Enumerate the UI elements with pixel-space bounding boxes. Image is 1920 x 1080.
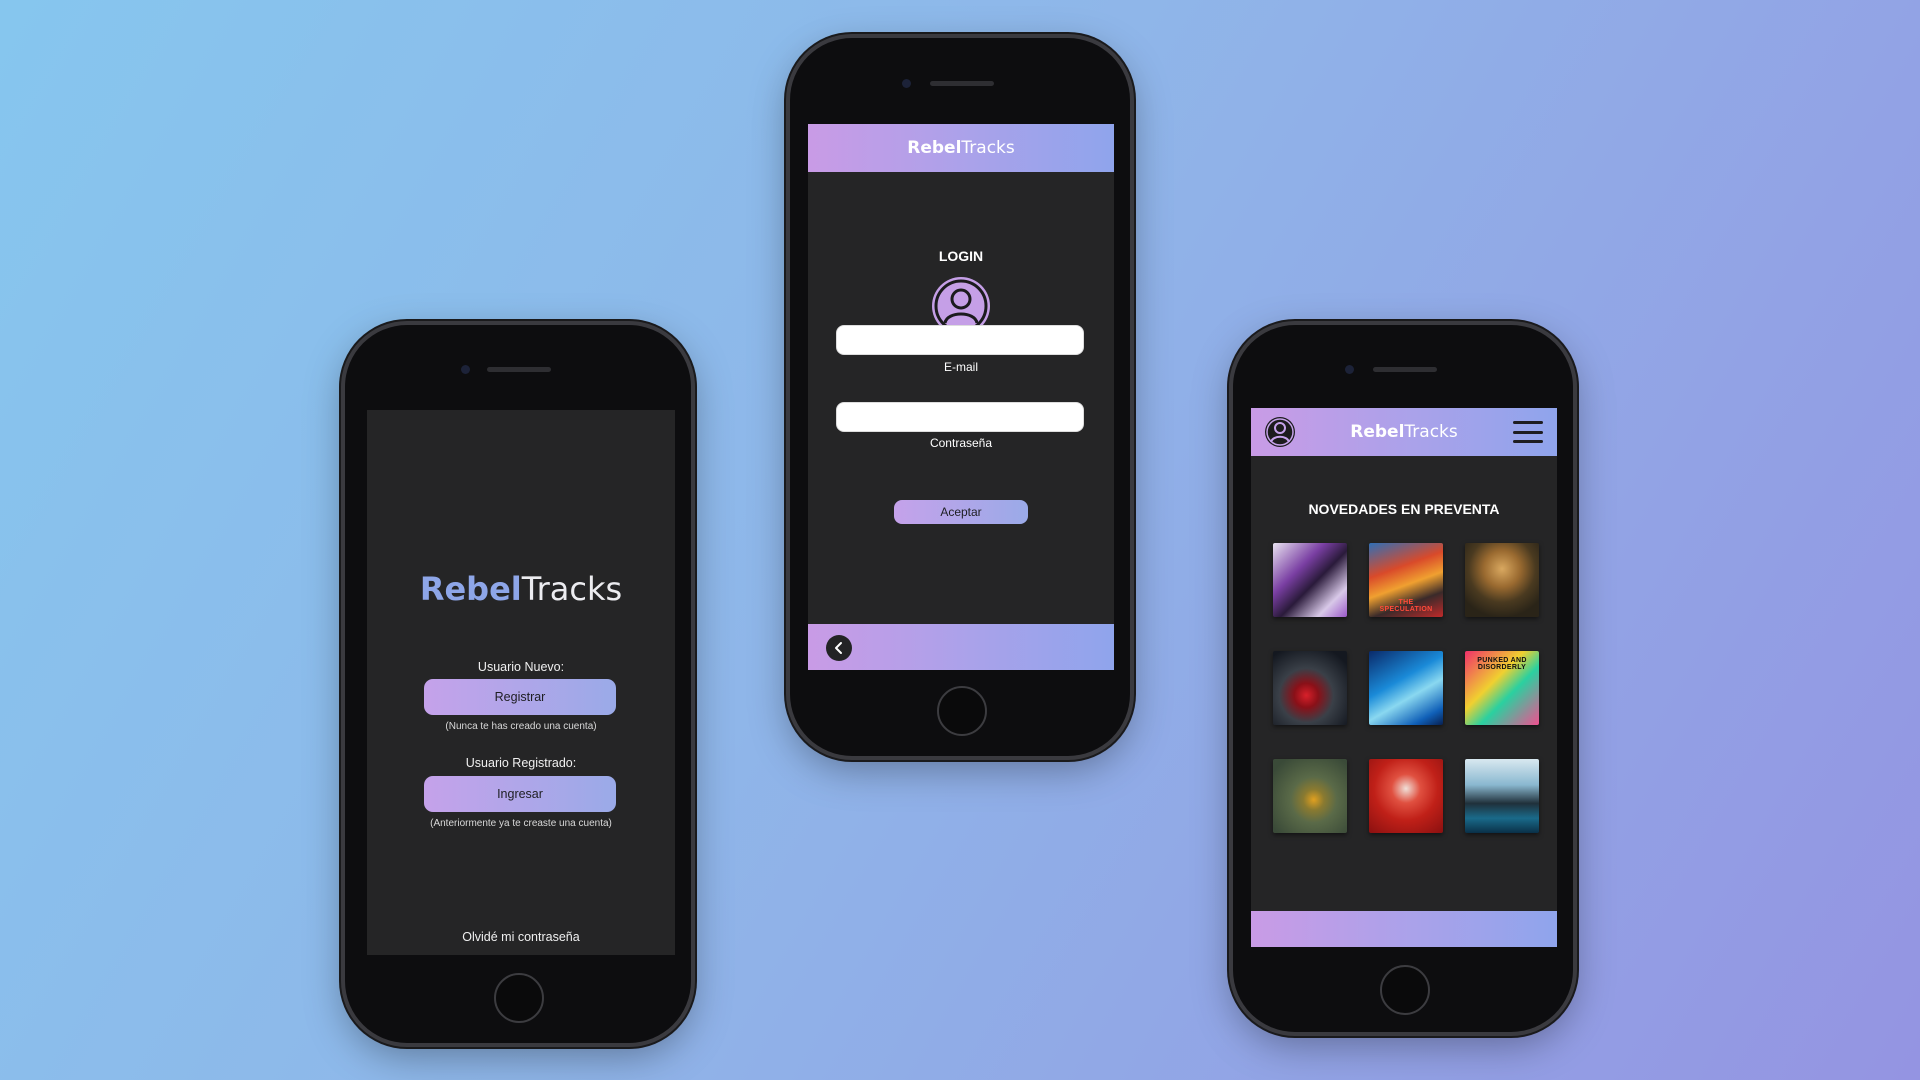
forgot-password-link[interactable]: Olvidé mi contraseña — [367, 930, 675, 944]
phone-home: Rebel Tracks NOVEDADES EN PREVENTA THE SP… — [1233, 325, 1573, 1032]
speaker-grille — [487, 367, 551, 372]
user-icon[interactable] — [1265, 417, 1295, 447]
welcome-screen: RebelTracks Usuario Nuevo: Registrar (Nu… — [367, 410, 675, 955]
login-title: LOGIN — [938, 248, 984, 264]
speaker-grille — [1373, 367, 1437, 372]
home-button[interactable] — [1380, 965, 1430, 1015]
chevron-left-icon — [835, 642, 842, 654]
home-button[interactable] — [494, 973, 544, 1023]
register-hint: (Nunca te has creado una cuenta) — [445, 721, 597, 732]
back-button[interactable] — [826, 635, 852, 661]
front-camera — [1345, 365, 1354, 374]
email-field[interactable] — [836, 325, 1084, 355]
front-camera — [461, 365, 470, 374]
email-label: E-mail — [943, 360, 978, 374]
register-button[interactable]: Registrar — [424, 679, 616, 715]
album-cover[interactable] — [1273, 651, 1347, 725]
accept-button[interactable]: Aceptar — [894, 500, 1028, 524]
app-header: RebelTracks — [1251, 408, 1557, 456]
album-grid: THE SPECULATION PUNKED AND DISORDERLY — [1273, 543, 1539, 833]
album-cover[interactable] — [1273, 759, 1347, 833]
app-footer — [1251, 911, 1557, 947]
home-screen: Rebel Tracks NOVEDADES EN PREVENTA THE SP… — [1251, 408, 1557, 947]
password-label: Contraseña — [929, 436, 993, 450]
password-field[interactable] — [836, 402, 1084, 432]
login-button[interactable]: Ingresar — [424, 776, 616, 812]
app-logo: RebelTracks — [907, 138, 1015, 158]
app-logo: RebelTracks — [419, 570, 623, 608]
section-title: NOVEDADES EN PREVENTA — [1308, 501, 1500, 517]
app-logo: RebelTracks — [1350, 422, 1458, 442]
front-camera — [902, 79, 911, 88]
album-cover[interactable] — [1369, 759, 1443, 833]
album-cover[interactable] — [1369, 651, 1443, 725]
home-button[interactable] — [937, 686, 987, 736]
album-cover[interactable]: PUNKED AND DISORDERLY — [1465, 651, 1539, 725]
album-cover[interactable] — [1465, 759, 1539, 833]
app-header: RebelTracks — [808, 124, 1114, 172]
phone-welcome: RebelTracks Usuario Nuevo: Registrar (Nu… — [345, 325, 691, 1043]
new-user-label: Usuario Nuevo: — [477, 660, 565, 674]
album-cover[interactable] — [1465, 543, 1539, 617]
album-cover[interactable]: THE SPECULATION — [1369, 543, 1443, 617]
album-cover[interactable] — [1273, 543, 1347, 617]
hamburger-menu-icon[interactable] — [1513, 421, 1543, 443]
login-hint: (Anteriormente ya te creaste una cuenta) — [430, 818, 612, 829]
registered-user-label: Usuario Registrado: — [465, 756, 577, 770]
speaker-grille — [930, 81, 994, 86]
app-footer — [808, 624, 1114, 670]
login-screen: RebelTracks LOGIN E-mail Contraseña Acep… — [808, 124, 1114, 670]
phone-login: RebelTracks LOGIN E-mail Contraseña Acep… — [790, 38, 1130, 756]
